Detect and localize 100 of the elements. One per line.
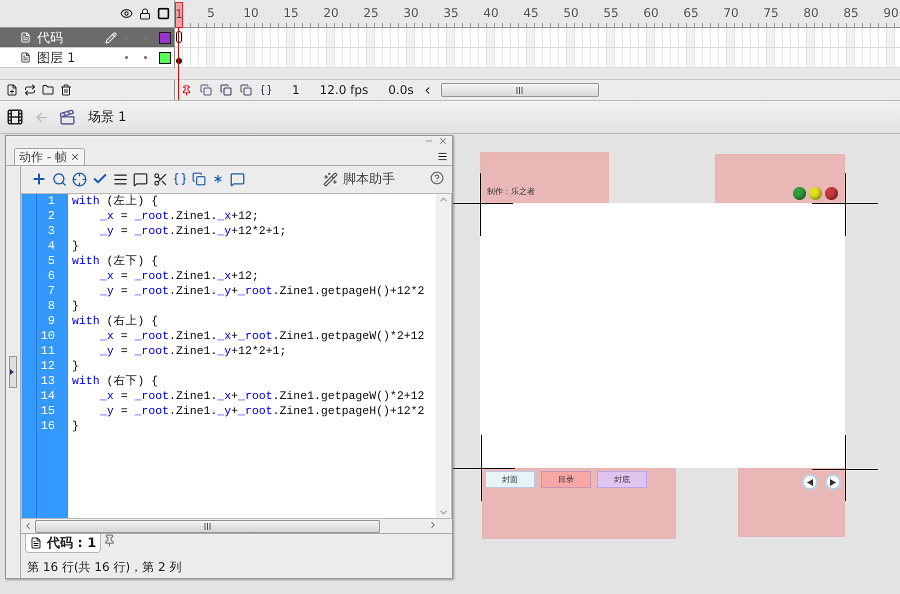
frame-cells[interactable] [175, 28, 900, 48]
code-line: _y = _root.Zine1._y+_root.Zine1.getpageH()+12*2 [99, 284, 426, 299]
crosshair-icon[interactable] [72, 172, 87, 187]
right-triangle-icon [830, 478, 836, 486]
code-line: with (左下) { [72, 254, 160, 269]
layer-icon [20, 52, 31, 63]
code-line: with (右下) { [72, 374, 160, 389]
outline-icon[interactable] [157, 7, 170, 20]
code-line: _x = _root.Zine1._x+_root.Zine1.getpageW()*2+12 [99, 388, 426, 404]
code-line: } [72, 238, 80, 254]
layer-name: 代码 [37, 30, 64, 46]
frame-number: 90 [883, 6, 899, 20]
frame-number: 45 [523, 6, 539, 20]
clapperboard-icon [59, 108, 76, 126]
frame-number: 80 [803, 6, 819, 20]
scrollbar-thumb[interactable] [35, 520, 380, 533]
frame-number: 30 [403, 6, 419, 20]
folder-icon[interactable] [42, 84, 54, 96]
line-number: 8 [46, 298, 56, 314]
menu-icon[interactable] [437, 151, 448, 162]
cursor-status: 第 16 行(共 16 行)，第 2 列 [26, 558, 182, 576]
layer-row[interactable]: 图层 1 [0, 48, 175, 68]
markers-icon[interactable] [260, 84, 272, 96]
copy-icon[interactable] [192, 172, 206, 186]
line-number: 11 [40, 344, 56, 359]
lock-icon[interactable] [139, 8, 151, 20]
line-number: 7 [46, 284, 56, 299]
eye-icon[interactable] [120, 7, 133, 20]
layer-row[interactable]: 代码 [0, 28, 175, 48]
layer-name: 图层 1 [37, 50, 76, 66]
code-line: with (左上) { [72, 194, 160, 209]
grip-icon[interactable] [516, 86, 524, 94]
onion-outline-icon[interactable] [220, 84, 232, 96]
current-frame: 1 [292, 83, 300, 97]
frame-cells[interactable] [175, 48, 900, 68]
visibility-dot[interactable] [125, 56, 128, 59]
page-button[interactable]: 封底 [597, 471, 647, 488]
code-line: _y = _root.Zine1._y+12*2+1; [99, 224, 288, 239]
lock-dot[interactable] [144, 56, 147, 59]
playhead[interactable]: 1 [175, 2, 183, 28]
add-icon[interactable] [31, 171, 47, 188]
trash-icon[interactable] [60, 84, 72, 96]
line-number: 13 [40, 374, 56, 389]
frame-number: 35 [443, 6, 459, 20]
braces-icon[interactable] [173, 172, 187, 186]
left-triangle-icon [807, 478, 813, 486]
frame-number: 20 [323, 6, 339, 20]
frame-number: 15 [283, 6, 299, 20]
code-line: _y = _root.Zine1._y+12*2+1; [99, 344, 288, 359]
frame-number: 40 [483, 6, 499, 20]
center-frame-icon[interactable] [181, 84, 192, 96]
help-icon[interactable] [430, 170, 444, 185]
guide-layer-icon[interactable] [24, 84, 36, 96]
outline-swatch[interactable] [159, 52, 171, 64]
scene-name[interactable]: 场景 1 [88, 108, 126, 126]
collapse-handle[interactable] [9, 356, 17, 388]
wand-icon [323, 172, 338, 187]
speech-bubble-icon[interactable] [230, 172, 245, 187]
format-icon[interactable] [113, 172, 128, 187]
find-icon[interactable] [52, 172, 67, 187]
elapsed-time: 0.0s [388, 83, 414, 97]
panel-tab[interactable]: 动作 - 帧 [14, 148, 85, 165]
script-assist-button[interactable]: 脚本助手 [323, 170, 395, 188]
line-number: 5 [46, 254, 56, 269]
page-button[interactable]: 封面 [485, 471, 535, 488]
line-number: 1 [46, 194, 56, 209]
page-button[interactable]: 目录 [541, 471, 591, 488]
frame-number: 85 [843, 6, 859, 20]
onion-skin-icon[interactable] [200, 84, 212, 96]
pencil-icon [105, 32, 117, 44]
grip-icon[interactable] [204, 522, 211, 530]
line-number: 15 [40, 404, 56, 419]
comment-icon[interactable] [133, 172, 148, 187]
line-number: 9 [46, 314, 56, 329]
line-number: 12 [40, 358, 56, 374]
line-number: 6 [46, 268, 56, 284]
outline-swatch[interactable] [159, 32, 171, 44]
code-line: } [72, 418, 80, 434]
line-number: 10 [40, 328, 56, 344]
line-number: 16 [40, 418, 56, 434]
scissors-icon[interactable] [153, 172, 168, 187]
edit-frames-icon[interactable] [240, 84, 252, 96]
pin-icon[interactable] [103, 534, 116, 548]
code-line: _x = _root.Zine1._x+_root.Zine1.getpageW()*2+12 [99, 328, 426, 344]
frame-number: 10 [243, 6, 259, 20]
code-line: _y = _root.Zine1._y+_root.Zine1.getpageH()+12*2 [99, 404, 426, 419]
frame-number: 50 [563, 6, 579, 20]
timeline-icon[interactable] [6, 108, 24, 126]
script-tab[interactable]: 代码 : 1 [25, 534, 102, 554]
frame-number: 75 [763, 6, 779, 20]
line-number: 3 [46, 224, 56, 239]
scrollbar-thumb[interactable] [440, 83, 599, 97]
code-line: _x = _root.Zine1._x+12; [99, 268, 260, 284]
code-line: _x = _root.Zine1._x+12; [99, 208, 260, 224]
frame-number: 5 [207, 6, 215, 20]
line-number: 4 [46, 238, 56, 254]
tab-close-icon[interactable] [70, 152, 80, 162]
frame-number: 65 [683, 6, 699, 20]
new-layer-icon[interactable] [6, 84, 18, 96]
frame-rate: 12.0 fps [320, 83, 368, 97]
